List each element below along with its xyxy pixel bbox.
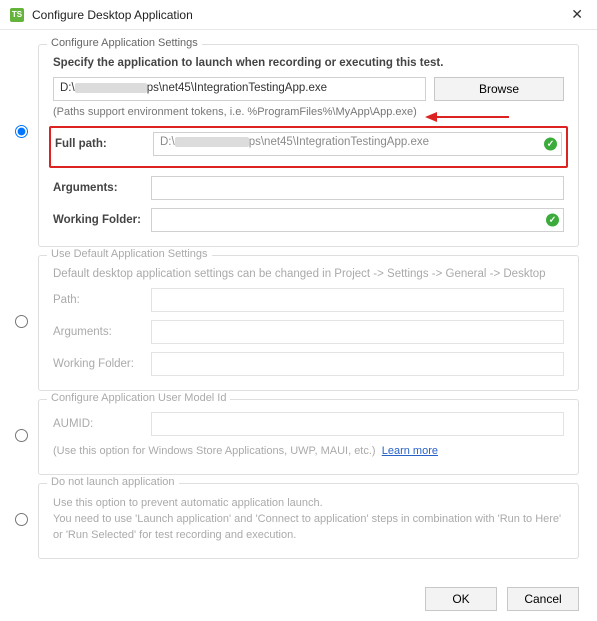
window-title: Configure Desktop Application xyxy=(32,8,567,22)
section-no-launch: Do not launch application Use this optio… xyxy=(38,483,579,559)
redacted-segment xyxy=(175,137,249,147)
application-path-input[interactable]: D:\ps\net45\IntegrationTestingApp.exe xyxy=(53,77,426,101)
hint-row: (Paths support environment tokens, i.e. … xyxy=(53,106,564,128)
title-bar: TS Configure Desktop Application ✕ xyxy=(0,0,597,30)
section-legend: Configure Application Settings xyxy=(47,37,202,49)
dialog-footer: OK Cancel xyxy=(0,577,597,621)
section-legend: Do not launch application xyxy=(47,476,179,488)
default-path-input xyxy=(151,288,564,312)
redacted-segment xyxy=(75,83,147,93)
full-path-label: Full path: xyxy=(55,138,147,150)
check-icon xyxy=(544,138,557,151)
default-working-folder-input xyxy=(151,352,564,376)
learn-more-link[interactable]: Learn more xyxy=(382,445,438,457)
arguments-label: Arguments: xyxy=(53,326,145,338)
aumid-label: AUMID: xyxy=(53,418,145,430)
cancel-button[interactable]: Cancel xyxy=(507,587,579,611)
instruction-text: Specify the application to launch when r… xyxy=(53,57,564,69)
path-row: D:\ps\net45\IntegrationTestingApp.exe Br… xyxy=(53,77,564,101)
close-icon[interactable]: ✕ xyxy=(567,6,587,23)
path-hint: (Paths support environment tokens, i.e. … xyxy=(53,106,417,118)
section-configure-app: Configure Application Settings Specify t… xyxy=(38,44,579,247)
section-default-settings: Use Default Application Settings Default… xyxy=(38,255,579,391)
ok-button[interactable]: OK xyxy=(425,587,497,611)
default-arguments-input xyxy=(151,320,564,344)
working-folder-label: Working Folder: xyxy=(53,214,145,226)
working-folder-label: Working Folder: xyxy=(53,358,145,370)
browse-button[interactable]: Browse xyxy=(434,77,564,101)
check-icon xyxy=(546,214,559,227)
radio-no-launch[interactable] xyxy=(15,513,28,529)
aumid-hint: (Use this option for Windows Store Appli… xyxy=(53,444,564,460)
arguments-input[interactable] xyxy=(151,176,564,200)
arguments-label: Arguments: xyxy=(53,182,145,194)
path-label: Path: xyxy=(53,294,145,306)
working-folder-input[interactable] xyxy=(151,208,564,232)
section-aumid: Configure Application User Model Id AUMI… xyxy=(38,399,579,475)
radio-default-settings[interactable] xyxy=(15,315,28,331)
arrow-icon xyxy=(423,110,511,124)
no-launch-note: Use this option to prevent automatic app… xyxy=(53,496,564,544)
radio-aumid[interactable] xyxy=(15,429,28,445)
section-legend: Use Default Application Settings xyxy=(47,248,212,260)
app-icon: TS xyxy=(10,8,24,22)
section-legend: Configure Application User Model Id xyxy=(47,392,230,404)
aumid-input xyxy=(151,412,564,436)
radio-configure-app[interactable] xyxy=(15,125,28,141)
dialog-body: Configure Application Settings Specify t… xyxy=(0,30,597,577)
full-path-input[interactable]: D:\ps\net45\IntegrationTestingApp.exe xyxy=(153,132,562,156)
full-path-highlight: Full path: D:\ps\net45\IntegrationTestin… xyxy=(49,126,568,168)
instruction-text: Default desktop application settings can… xyxy=(53,268,564,280)
